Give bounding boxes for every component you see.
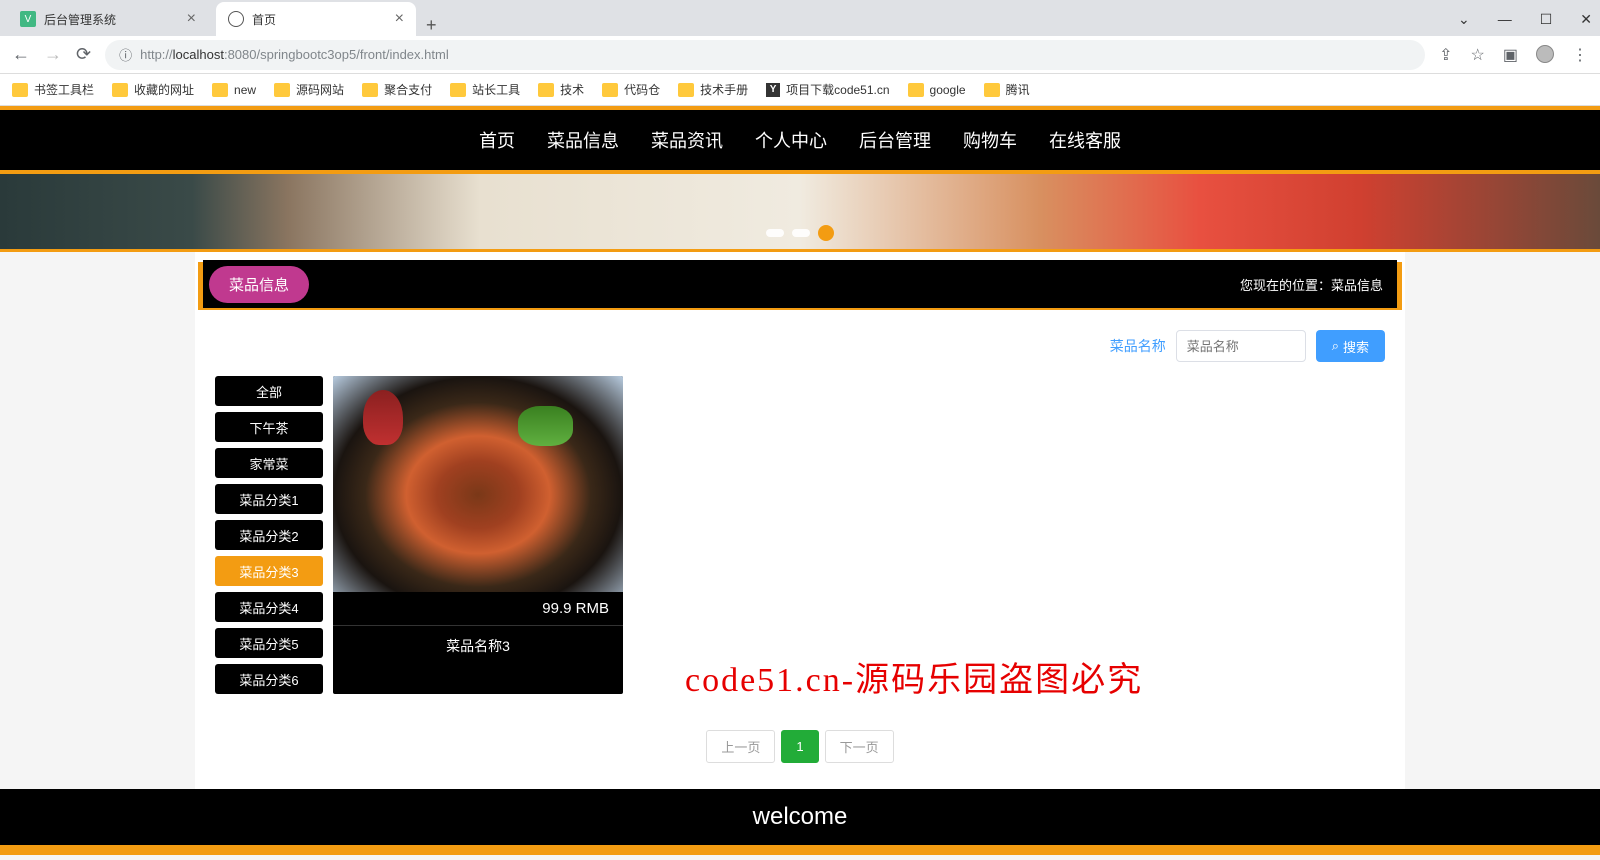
browser-tab-1[interactable]: V 后台管理系统 × xyxy=(8,2,208,36)
carousel-dot[interactable] xyxy=(766,229,784,237)
search-icon: ⌕ xyxy=(1332,338,1339,354)
category-item[interactable]: 菜品分类5 xyxy=(215,628,323,658)
folder-icon xyxy=(362,83,378,97)
share-icon[interactable]: ⇪ xyxy=(1439,45,1452,65)
minimize-icon[interactable]: ― xyxy=(1498,11,1512,28)
next-page-button[interactable]: 下一页 xyxy=(825,730,894,763)
pagination: 上一页 1 下一页 xyxy=(195,714,1405,789)
url-input[interactable]: ⓘ http://localhost:8080/springbootc3op5/… xyxy=(105,40,1425,70)
folder-icon xyxy=(602,83,618,97)
extension-icon[interactable]: ▣ xyxy=(1503,45,1518,65)
url-host: localhost xyxy=(173,47,224,62)
search-label: 菜品名称 xyxy=(1110,336,1166,356)
breadcrumb-pill: 菜品信息 xyxy=(209,266,309,303)
back-icon[interactable]: ← xyxy=(12,44,30,65)
bookmark[interactable]: google xyxy=(908,83,966,97)
close-icon[interactable]: × xyxy=(187,10,196,28)
category-sidebar: 全部 下午茶 家常菜 菜品分类1 菜品分类2 菜品分类3 菜品分类4 菜品分类5… xyxy=(215,376,323,694)
category-all[interactable]: 全部 xyxy=(215,376,323,406)
browser-tab-2[interactable]: 首页 × xyxy=(216,2,416,36)
folder-icon xyxy=(678,83,694,97)
star-icon[interactable]: ☆ xyxy=(1471,45,1485,65)
breadcrumb-location: 您现在的位置：菜品信息 xyxy=(1240,275,1383,294)
url-rest: :8080/springbootc3op5/front/index.html xyxy=(224,47,449,62)
close-icon[interactable]: × xyxy=(395,10,404,28)
bookmark[interactable]: 技术手册 xyxy=(678,81,748,98)
nav-dish-news[interactable]: 菜品资讯 xyxy=(651,127,723,153)
window-controls: ⌄ ― ☐ ✕ xyxy=(1458,11,1600,36)
browser-tab-strip: V 后台管理系统 × 首页 × + ⌄ ― ☐ ✕ xyxy=(0,0,1600,36)
product-price: 99.9 RMB xyxy=(333,592,623,625)
search-row: 菜品名称 ⌕ 搜索 xyxy=(195,316,1405,376)
folder-icon xyxy=(908,83,924,97)
category-item[interactable]: 菜品分类4 xyxy=(215,592,323,622)
folder-icon xyxy=(12,83,28,97)
product-card[interactable]: 99.9 RMB 菜品名称3 xyxy=(333,376,623,694)
page-number-current[interactable]: 1 xyxy=(781,730,818,763)
category-item[interactable]: 家常菜 xyxy=(215,448,323,478)
info-icon: ⓘ xyxy=(119,45,132,64)
nav-dish-info[interactable]: 菜品信息 xyxy=(547,127,619,153)
folder-icon xyxy=(538,83,554,97)
bookmark[interactable]: 收藏的网址 xyxy=(112,81,194,98)
nav-home[interactable]: 首页 xyxy=(479,127,515,153)
forward-icon: → xyxy=(44,44,62,65)
content-area: 菜品信息 您现在的位置：菜品信息 菜品名称 ⌕ 搜索 全部 下午茶 家常菜 菜品… xyxy=(195,252,1405,789)
tab-title: 后台管理系统 xyxy=(44,11,116,28)
breadcrumb: 菜品信息 您现在的位置：菜品信息 xyxy=(203,260,1397,308)
search-input[interactable] xyxy=(1176,330,1306,362)
folder-icon xyxy=(212,83,228,97)
product-image xyxy=(333,376,623,592)
category-item[interactable]: 菜品分类6 xyxy=(215,664,323,694)
bookmark[interactable]: 站长工具 xyxy=(450,81,520,98)
bookmark[interactable]: Y项目下载code51.cn xyxy=(766,81,889,98)
folder-icon xyxy=(112,83,128,97)
url-prefix: http:// xyxy=(140,47,173,62)
folder-icon xyxy=(274,83,290,97)
nav-service[interactable]: 在线客服 xyxy=(1049,127,1121,153)
prev-page-button[interactable]: 上一页 xyxy=(706,730,775,763)
watermark-text: code51.cn-源码乐园盗图必究 xyxy=(685,652,1143,701)
close-window-icon[interactable]: ✕ xyxy=(1580,11,1592,28)
tab-title: 首页 xyxy=(252,11,276,28)
folder-icon xyxy=(984,83,1000,97)
main-nav: 首页 菜品信息 菜品资讯 个人中心 后台管理 购物车 在线客服 xyxy=(0,110,1600,170)
address-bar: ← → ⟳ ⓘ http://localhost:8080/springboot… xyxy=(0,36,1600,74)
globe-icon xyxy=(228,11,244,27)
category-item[interactable]: 菜品分类2 xyxy=(215,520,323,550)
footer-divider xyxy=(0,845,1600,855)
bookmark-bar: 书签工具栏 收藏的网址 new 源码网站 聚合支付 站长工具 技术 代码仓 技术… xyxy=(0,74,1600,106)
bookmark[interactable]: 源码网站 xyxy=(274,81,344,98)
bookmark[interactable]: 书签工具栏 xyxy=(12,81,94,98)
menu-icon[interactable]: ⋮ xyxy=(1572,45,1588,65)
bookmark[interactable]: new xyxy=(212,83,256,97)
maximize-icon[interactable]: ☐ xyxy=(1540,11,1553,28)
chevron-down-icon[interactable]: ⌄ xyxy=(1458,11,1470,28)
footer: welcome xyxy=(0,789,1600,845)
category-item[interactable]: 下午茶 xyxy=(215,412,323,442)
category-item-active[interactable]: 菜品分类3 xyxy=(215,556,323,586)
profile-icon[interactable] xyxy=(1536,45,1554,63)
vue-icon: V xyxy=(20,11,36,27)
nav-personal[interactable]: 个人中心 xyxy=(755,127,827,153)
bookmark[interactable]: 腾讯 xyxy=(984,81,1030,98)
category-item[interactable]: 菜品分类1 xyxy=(215,484,323,514)
new-tab-button[interactable]: + xyxy=(416,15,447,36)
search-button[interactable]: ⌕ 搜索 xyxy=(1316,330,1385,362)
carousel-dots xyxy=(766,229,834,241)
bookmark[interactable]: 代码仓 xyxy=(602,81,660,98)
nav-admin[interactable]: 后台管理 xyxy=(859,127,931,153)
nav-cart[interactable]: 购物车 xyxy=(963,127,1017,153)
hero-banner xyxy=(0,174,1600,252)
breadcrumb-wrap: 菜品信息 您现在的位置：菜品信息 xyxy=(203,252,1397,316)
carousel-dot-active[interactable] xyxy=(818,225,834,241)
product-name: 菜品名称3 xyxy=(333,625,623,666)
bookmark[interactable]: 技术 xyxy=(538,81,584,98)
folder-icon xyxy=(450,83,466,97)
bookmark[interactable]: 聚合支付 xyxy=(362,81,432,98)
carousel-dot[interactable] xyxy=(792,229,810,237)
reload-icon[interactable]: ⟳ xyxy=(76,44,91,65)
site-icon: Y xyxy=(766,83,780,97)
